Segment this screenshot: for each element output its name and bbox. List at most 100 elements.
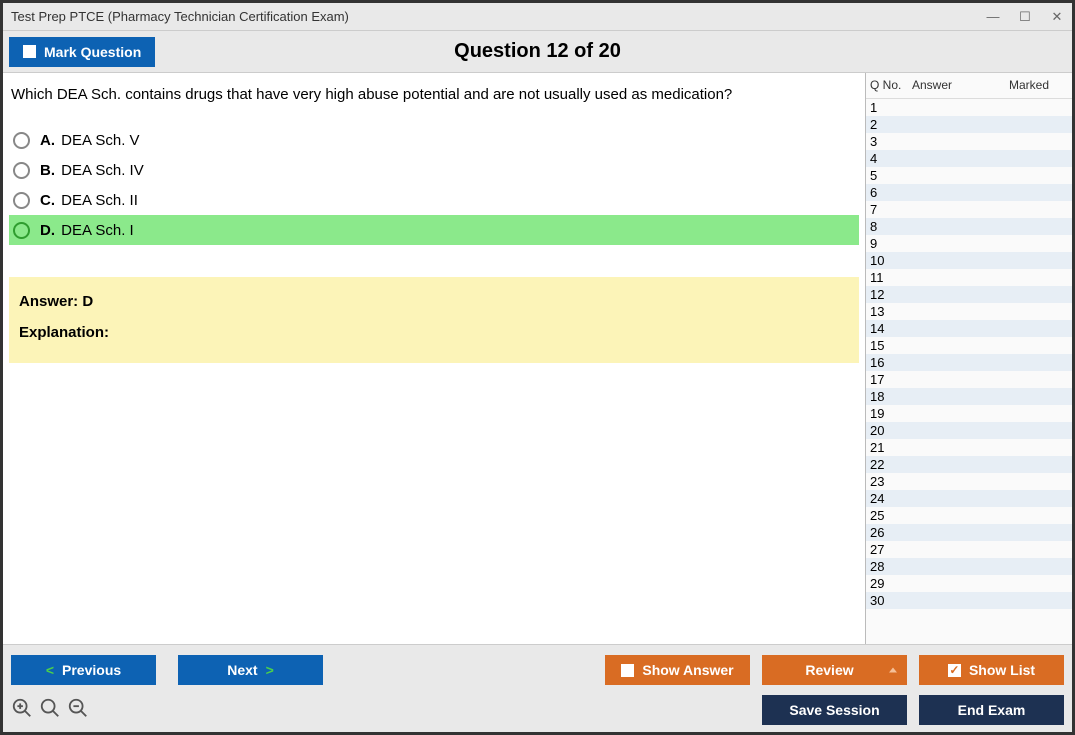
option-label: C. DEA Sch. II: [40, 192, 138, 209]
list-cell-qno: 5: [870, 168, 912, 183]
checkbox-icon: [23, 45, 36, 58]
list-cell-qno: 12: [870, 287, 912, 302]
list-cell-qno: 2: [870, 117, 912, 132]
option-letter: C.: [40, 192, 55, 209]
save-session-label: Save Session: [789, 702, 879, 718]
footer: < Previous Next > Show Answer Review: [3, 644, 1072, 732]
list-cell-qno: 19: [870, 406, 912, 421]
option-row[interactable]: A. DEA Sch. V: [9, 125, 859, 155]
chevron-right-icon: >: [266, 662, 274, 678]
list-row[interactable]: 6: [866, 184, 1072, 201]
maximize-icon[interactable]: ☐: [1018, 9, 1032, 25]
list-cell-qno: 11: [870, 270, 912, 285]
list-row[interactable]: 1: [866, 99, 1072, 116]
option-text: DEA Sch. IV: [57, 162, 144, 179]
option-row[interactable]: B. DEA Sch. IV: [9, 155, 859, 185]
list-cell-qno: 17: [870, 372, 912, 387]
next-label: Next: [227, 662, 257, 678]
list-row[interactable]: 9: [866, 235, 1072, 252]
question-list-pane: Q No. Answer Marked 12345678910111213141…: [865, 73, 1072, 644]
end-exam-button[interactable]: End Exam: [919, 695, 1064, 725]
previous-button[interactable]: < Previous: [11, 655, 156, 685]
option-letter: D.: [40, 222, 55, 239]
list-row[interactable]: 10: [866, 252, 1072, 269]
list-cell-qno: 24: [870, 491, 912, 506]
list-row[interactable]: 13: [866, 303, 1072, 320]
col-header-answer[interactable]: Answer: [912, 78, 990, 92]
list-row[interactable]: 4: [866, 150, 1072, 167]
show-answer-label: Show Answer: [642, 662, 733, 678]
list-cell-qno: 3: [870, 134, 912, 149]
list-body[interactable]: 1234567891011121314151617181920212223242…: [866, 99, 1072, 644]
question-heading: Question 12 of 20: [454, 40, 621, 63]
col-header-qno[interactable]: Q No.: [870, 78, 912, 92]
list-row[interactable]: 26: [866, 524, 1072, 541]
zoom-out-icon[interactable]: [67, 697, 89, 722]
list-cell-qno: 22: [870, 457, 912, 472]
app-window: Test Prep PTCE (Pharmacy Technician Cert…: [0, 0, 1075, 735]
review-button[interactable]: Review: [762, 655, 907, 685]
list-cell-qno: 15: [870, 338, 912, 353]
show-list-button[interactable]: Show List: [919, 655, 1064, 685]
option-row[interactable]: C. DEA Sch. II: [9, 185, 859, 215]
list-row[interactable]: 22: [866, 456, 1072, 473]
radio-icon: [13, 162, 30, 179]
list-row[interactable]: 28: [866, 558, 1072, 575]
list-row[interactable]: 8: [866, 218, 1072, 235]
mark-question-button[interactable]: Mark Question: [9, 37, 155, 67]
list-cell-qno: 13: [870, 304, 912, 319]
checkbox-icon: [621, 664, 634, 677]
titlebar: Test Prep PTCE (Pharmacy Technician Cert…: [3, 3, 1072, 31]
answer-box: Answer: D Explanation:: [9, 277, 859, 363]
list-row[interactable]: 25: [866, 507, 1072, 524]
list-cell-qno: 30: [870, 593, 912, 608]
list-row[interactable]: 14: [866, 320, 1072, 337]
option-letter: A.: [40, 132, 55, 149]
col-header-marked[interactable]: Marked: [990, 78, 1068, 92]
list-cell-qno: 6: [870, 185, 912, 200]
list-row[interactable]: 3: [866, 133, 1072, 150]
list-row[interactable]: 16: [866, 354, 1072, 371]
list-row[interactable]: 23: [866, 473, 1072, 490]
list-row[interactable]: 17: [866, 371, 1072, 388]
list-row[interactable]: 24: [866, 490, 1072, 507]
footer-col-3: Show List End Exam: [919, 655, 1064, 725]
save-session-button[interactable]: Save Session: [762, 695, 907, 725]
list-row[interactable]: 2: [866, 116, 1072, 133]
list-cell-qno: 7: [870, 202, 912, 217]
list-row[interactable]: 18: [866, 388, 1072, 405]
list-row[interactable]: 11: [866, 269, 1072, 286]
explanation-label: Explanation:: [19, 324, 849, 341]
zoom-icon[interactable]: [39, 697, 61, 722]
option-label: B. DEA Sch. IV: [40, 162, 144, 179]
list-cell-qno: 10: [870, 253, 912, 268]
list-row[interactable]: 7: [866, 201, 1072, 218]
show-answer-button[interactable]: Show Answer: [605, 655, 750, 685]
list-row[interactable]: 5: [866, 167, 1072, 184]
option-row[interactable]: D. DEA Sch. I: [9, 215, 859, 245]
list-row[interactable]: 15: [866, 337, 1072, 354]
list-cell-qno: 27: [870, 542, 912, 557]
close-icon[interactable]: ✕: [1050, 9, 1064, 25]
question-pane: Which DEA Sch. contains drugs that have …: [3, 73, 865, 644]
list-cell-qno: 18: [870, 389, 912, 404]
list-row[interactable]: 21: [866, 439, 1072, 456]
list-row[interactable]: 19: [866, 405, 1072, 422]
next-button[interactable]: Next >: [178, 655, 323, 685]
footer-col-2: Review Save Session: [762, 655, 907, 725]
previous-label: Previous: [62, 662, 121, 678]
list-row[interactable]: 29: [866, 575, 1072, 592]
list-row[interactable]: 30: [866, 592, 1072, 609]
zoom-in-icon[interactable]: [11, 697, 33, 722]
list-row[interactable]: 27: [866, 541, 1072, 558]
minimize-icon[interactable]: —: [986, 9, 1000, 25]
footer-col-1: Show Answer: [605, 655, 750, 725]
footer-left-group: < Previous Next >: [11, 655, 323, 685]
list-row[interactable]: 12: [866, 286, 1072, 303]
radio-icon: [13, 192, 30, 209]
toolbar: Mark Question Question 12 of 20: [3, 31, 1072, 73]
window-title: Test Prep PTCE (Pharmacy Technician Cert…: [11, 9, 349, 24]
list-cell-qno: 20: [870, 423, 912, 438]
zoom-icons: [11, 697, 89, 722]
list-row[interactable]: 20: [866, 422, 1072, 439]
